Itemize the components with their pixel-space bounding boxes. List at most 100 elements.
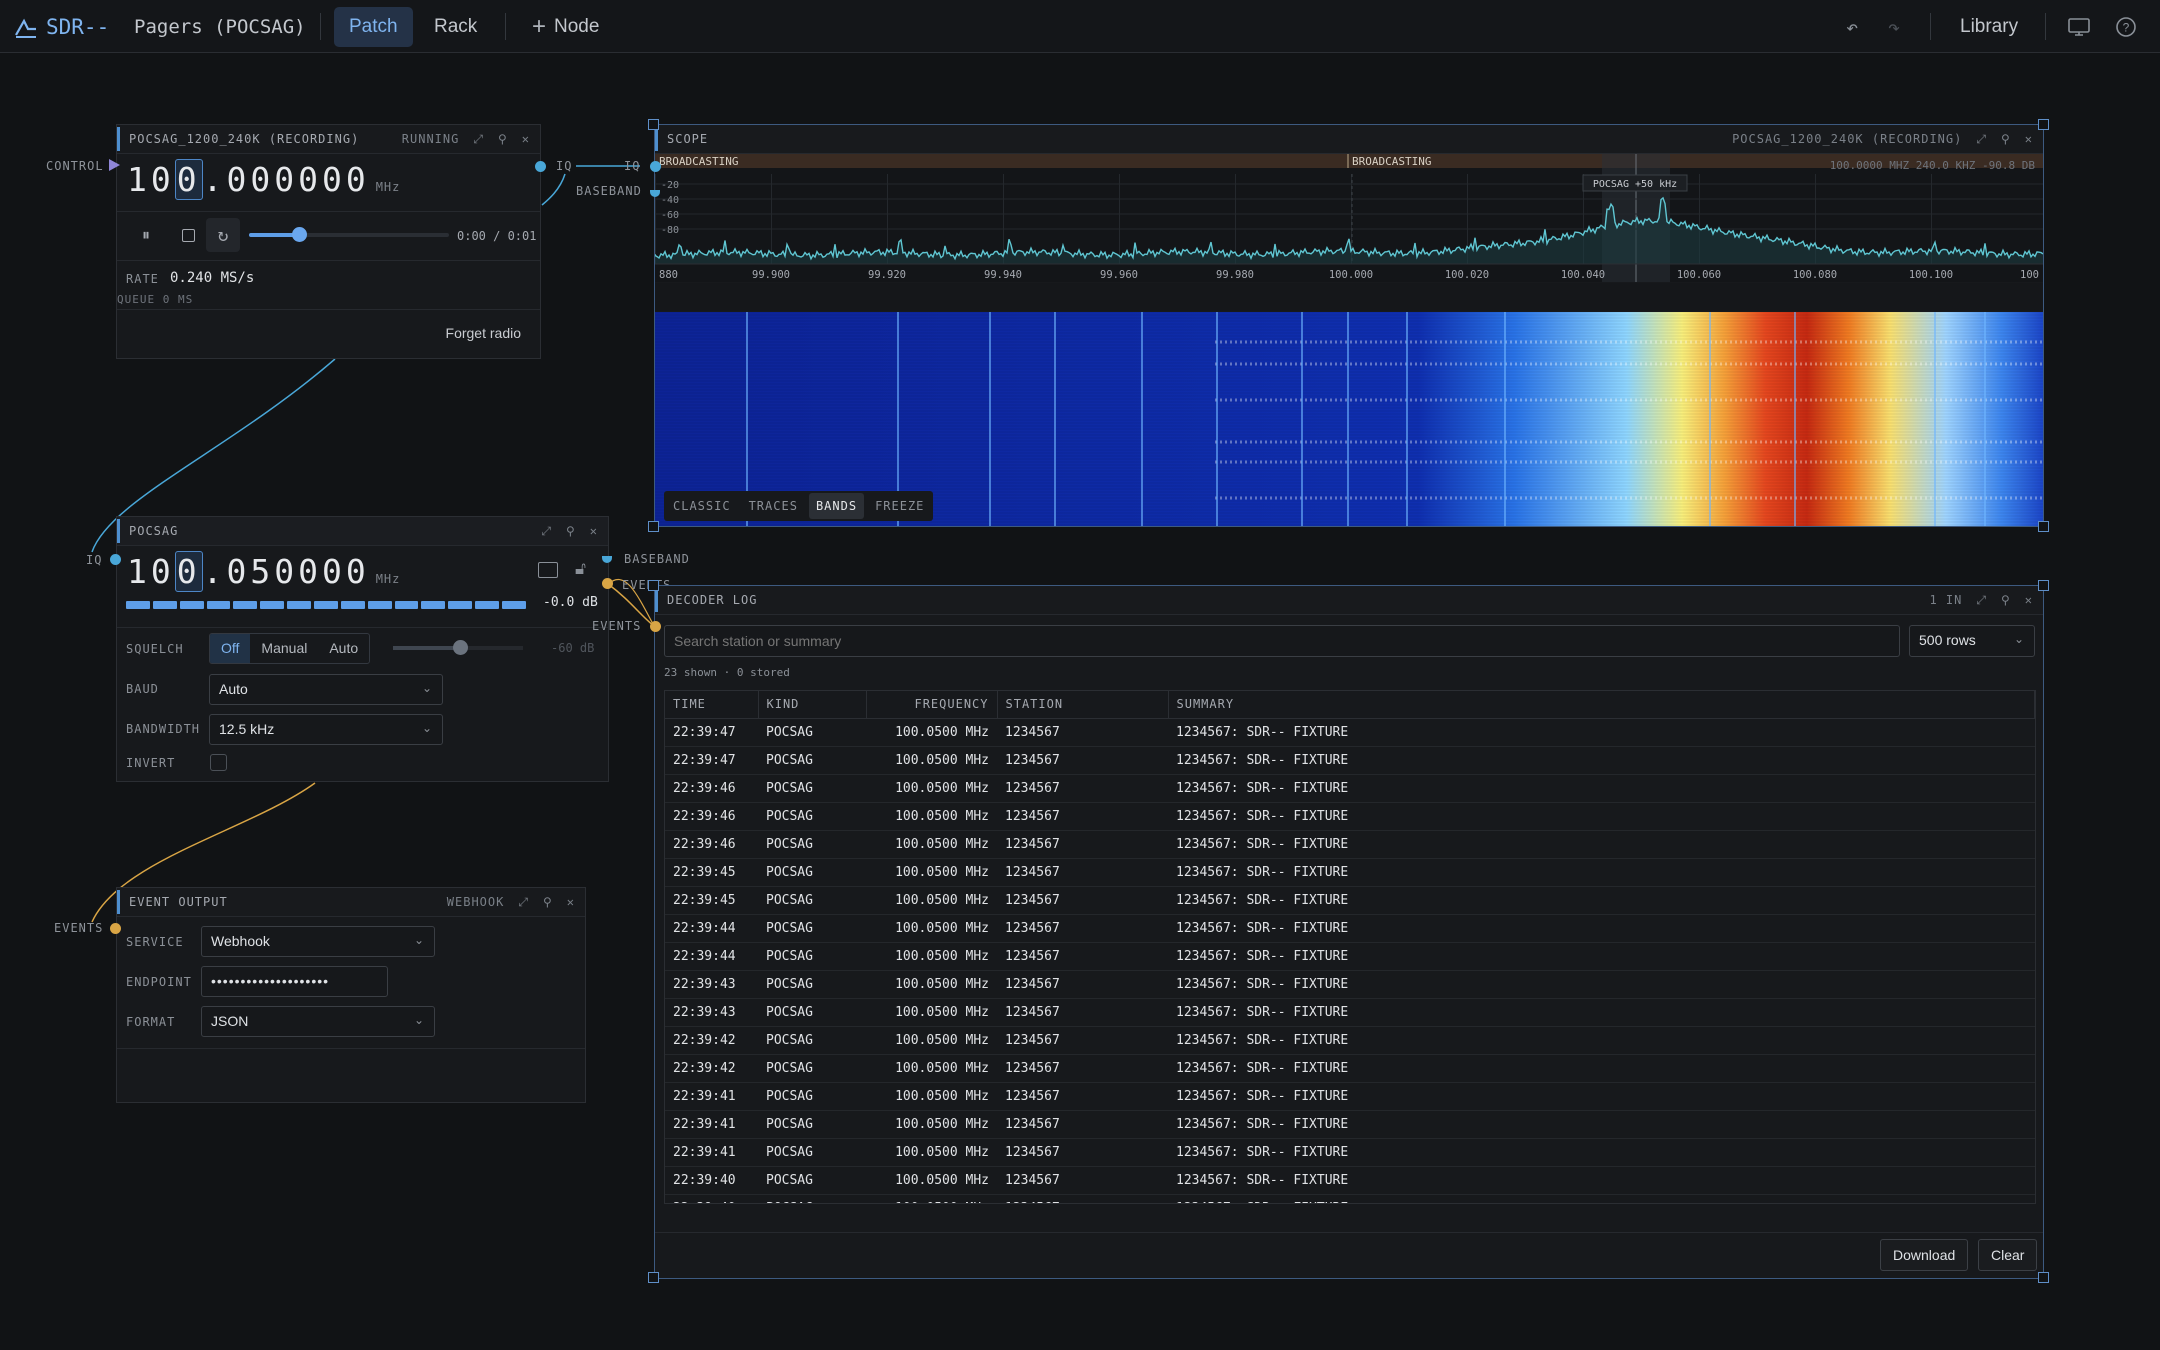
table-cell: 22:39:43 (665, 998, 758, 1027)
table-cell: 1234567: SDR-- FIXTURE (1168, 886, 2035, 915)
table-row[interactable]: 22:39:42 POCSAG 100.0500 MHz 1234567 1234567… (665, 1026, 2035, 1055)
radio-frequency[interactable]: 100.000000 MHz (127, 159, 400, 200)
pin-icon[interactable]: ⚲ (2001, 132, 2011, 146)
stop-icon[interactable] (173, 220, 203, 250)
close-icon[interactable]: ✕ (567, 895, 575, 909)
table-row[interactable]: 22:39:41 POCSAG 100.0500 MHz 1234567 1234567… (665, 1110, 2035, 1139)
expand-icon[interactable]: ⤢ (541, 524, 552, 539)
pin-icon[interactable]: ⚲ (498, 132, 508, 146)
table-row[interactable]: 22:39:46 POCSAG 100.0500 MHz 1234567 1234567… (665, 830, 2035, 859)
radio-iq-port[interactable] (535, 161, 546, 172)
log-events-port[interactable] (650, 621, 661, 632)
event-output-events-port[interactable] (110, 923, 121, 934)
freq-cursor-digit[interactable]: 0 (174, 551, 203, 592)
table-row[interactable]: 22:39:40POCSAG100.0500 MHz12345671234567… (665, 1166, 2035, 1195)
unlock-icon[interactable]: 🔓︎ (575, 559, 586, 579)
forget-radio-button[interactable]: Forget radio (446, 325, 521, 341)
table-row[interactable]: 22:39:47 POCSAG 100.0500 MHz 1234567 1234567… (665, 746, 2035, 775)
table-row[interactable]: 22:39:43 POCSAG 100.0500 MHz 1234567 1234567… (665, 998, 2035, 1027)
table-cell: 1234567: SDR-- FIXTURE (1168, 914, 2035, 943)
pocsag-iq-port[interactable] (110, 554, 121, 565)
signal-meter (126, 601, 526, 609)
pause-icon[interactable]: ⏸ (131, 220, 161, 250)
table-row[interactable]: 22:39:43 POCSAG 100.0500 MHz 1234567 1234567… (665, 970, 2035, 999)
format-select[interactable]: JSON ⌄ (201, 1006, 435, 1037)
squelch-mode[interactable]: Off Manual Auto (209, 633, 371, 664)
squelch-off[interactable]: Off (210, 634, 251, 663)
baud-select[interactable]: Auto ⌄ (209, 674, 443, 705)
spectrum-plot[interactable]: BROADCASTING BROADCASTING 100.0000 MHZ 240… (655, 154, 2043, 282)
scope-mode-classic[interactable]: CLASSIC (666, 493, 738, 519)
column-header[interactable]: KIND (758, 691, 867, 719)
table-row[interactable]: 22:39:40POCSAG100.0500 MHz12345671234567… (665, 1194, 2035, 1203)
close-icon[interactable]: ✕ (522, 132, 530, 146)
clear-button[interactable]: Clear (1978, 1239, 2038, 1271)
freq-tick: 100.060 (1677, 269, 1721, 281)
column-header[interactable]: STATION (997, 691, 1169, 719)
table-cell: 22:39:40 (665, 1194, 758, 1203)
event-output-node[interactable]: EVENT OUTPUT WEBHOOK ⤢ ⚲ ✕ SERVICE Webhook ⌄… (116, 887, 586, 1103)
table-cell: 1234567 (997, 830, 1168, 859)
expand-icon[interactable]: ⤢ (473, 132, 484, 147)
close-icon[interactable]: ✕ (590, 524, 598, 538)
table-cell: 100.0500 MHz (866, 886, 997, 915)
pocsag-events-port[interactable] (602, 578, 613, 589)
control-port[interactable] (109, 159, 120, 171)
table-row[interactable]: 22:39:46 POCSAG 100.0500 MHz 1234567 1234567… (665, 802, 2035, 831)
scope-mode-bands[interactable]: BANDS (808, 493, 865, 519)
expand-icon[interactable]: ⤢ (1976, 593, 1987, 608)
service-select[interactable]: Webhook ⌄ (201, 926, 435, 957)
scope-readout: 100.0000 MHZ 240.0 KHZ -90.8 DB (1830, 159, 2036, 172)
table-row[interactable]: 22:39:44 POCSAG 100.0500 MHz 1234567 1234567… (665, 914, 2035, 943)
squelch-knob[interactable] (453, 640, 468, 655)
pocsag-node[interactable]: POCSAG ⤢ ⚲ ✕ 100.050000 MHz 🔓︎ -0.0 dB SQUE… (116, 516, 609, 782)
close-icon[interactable]: ✕ (2025, 593, 2033, 607)
expand-icon[interactable]: ⤢ (518, 895, 529, 910)
endpoint-field[interactable]: •••••••••••••••••••• (201, 966, 388, 997)
scope-mode-traces[interactable]: TRACES (742, 493, 805, 519)
log-search-input[interactable] (664, 625, 1900, 657)
table-row[interactable]: 22:39:45 POCSAG 100.0500 MHz 1234567 1234567… (665, 886, 2035, 915)
invert-label: INVERT (126, 756, 176, 770)
table-row[interactable]: 22:39:47 POCSAG 100.0500 MHz 1234567 1234567… (665, 718, 2035, 747)
table-cell: 100.0500 MHz (866, 774, 997, 803)
column-header[interactable]: FREQUENCY (866, 691, 998, 719)
table-row[interactable]: 22:39:44 POCSAG 100.0500 MHz 1234567 1234567… (665, 942, 2035, 971)
scope-iq-port[interactable] (650, 161, 661, 172)
table-row[interactable]: 22:39:46 POCSAG 100.0500 MHz 1234567 1234567… (665, 774, 2035, 803)
squelch-auto[interactable]: Auto (318, 634, 369, 663)
playback-knob[interactable] (292, 227, 307, 242)
table-cell: POCSAG (758, 802, 866, 831)
column-header[interactable]: TIME (665, 691, 759, 719)
column-header[interactable]: SUMMARY (1168, 691, 2035, 719)
table-cell: 1234567: SDR-- FIXTURE (1168, 830, 2035, 859)
radio-node[interactable]: POCSAG_1200_240K (RECORDING) RUNNING ⤢ ⚲ ✕ … (116, 124, 541, 359)
pin-icon[interactable]: ⚲ (566, 524, 576, 538)
table-cell: 100.0500 MHz (866, 1110, 997, 1139)
table-row[interactable]: 22:39:42 POCSAG 100.0500 MHz 1234567 1234567… (665, 1054, 2035, 1083)
invert-checkbox[interactable] (210, 754, 227, 771)
scope-node[interactable]: SCOPE POCSAG_1200_240K (RECORDING) ⤢ ⚲ ✕ BR… (654, 124, 2044, 527)
band-label: BROADCASTING (659, 155, 738, 168)
table-row[interactable]: 22:39:45 POCSAG 100.0500 MHz 1234567 1234567… (665, 858, 2035, 887)
freq-tick: 880 (659, 269, 678, 281)
expand-icon[interactable]: ⤢ (1976, 132, 1987, 147)
pin-icon[interactable]: ⚲ (2001, 593, 2011, 607)
rows-select[interactable]: 500 rows ⌄ (1909, 625, 2035, 657)
table-row[interactable]: 22:39:41 POCSAG 100.0500 MHz 1234567 1234567… (665, 1082, 2035, 1111)
close-icon[interactable]: ✕ (2025, 132, 2033, 146)
table-row[interactable]: 22:39:41 POCSAG 100.0500 MHz 1234567 1234567… (665, 1138, 2035, 1167)
pin-icon[interactable]: ⚲ (543, 895, 553, 909)
loop-icon[interactable]: ↻ (206, 218, 240, 252)
keyboard-icon[interactable] (538, 562, 558, 578)
squelch-manual[interactable]: Manual (250, 634, 318, 663)
table-cell: 1234567: SDR-- FIXTURE (1168, 942, 2035, 971)
decoder-log-node[interactable]: DECODER LOG 1 IN ⤢ ⚲ ✕ 500 rows ⌄ 23 shown ·… (654, 585, 2044, 1279)
pocsag-frequency[interactable]: 100.050000 MHz (127, 551, 400, 592)
table-cell: POCSAG (758, 746, 866, 775)
bandwidth-select[interactable]: 12.5 kHz ⌄ (209, 714, 443, 745)
freq-cursor-digit[interactable]: 0 (174, 159, 203, 200)
scope-mode-freeze[interactable]: FREEZE (868, 493, 931, 519)
download-button[interactable]: Download (1880, 1239, 1969, 1271)
playback-slider[interactable] (249, 227, 449, 242)
